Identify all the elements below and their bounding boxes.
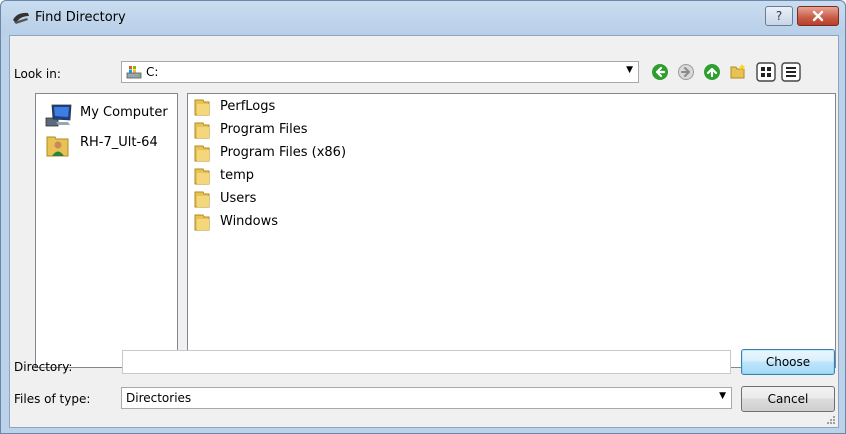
folder-icon [194, 145, 210, 162]
window-title: Find Directory [35, 10, 126, 25]
new-folder-icon[interactable] [729, 63, 747, 81]
list-item[interactable]: Users [194, 189, 394, 212]
look-in-combo[interactable]: C: ▼ [121, 61, 639, 83]
computer-icon [45, 104, 72, 127]
folder-label: temp [220, 168, 255, 183]
files-of-type-label: Files of type: [14, 392, 91, 406]
folder-label: PerfLogs [220, 99, 276, 114]
folder-icon [194, 99, 210, 116]
forward-arrow-icon[interactable] [677, 63, 695, 81]
help-icon: ? [775, 9, 783, 23]
folder-icon [194, 168, 210, 185]
resize-grip-icon[interactable] [826, 415, 836, 425]
user-folder-icon [46, 136, 69, 157]
list-item[interactable]: Program Files [194, 120, 394, 143]
folder-label: Users [220, 191, 257, 206]
choose-button[interactable]: Choose [741, 349, 835, 375]
folder-label: Windows [220, 214, 279, 229]
sidebar-item-my-computer[interactable]: My Computer [42, 100, 177, 128]
app-icon [13, 12, 29, 24]
folder-label: Program Files (x86) [220, 145, 347, 160]
dialog-body: Look in: C: ▼ My Computer RH-7_Ult-64 Pe… [9, 35, 839, 428]
back-arrow-icon[interactable] [651, 63, 669, 81]
close-icon [812, 10, 824, 22]
chevron-down-icon: ▼ [719, 391, 726, 401]
folder-label: Program Files [220, 122, 308, 137]
directory-input[interactable] [122, 350, 731, 374]
close-button[interactable] [797, 6, 839, 26]
find-directory-dialog: Find Directory ? Look in: C: ▼ My Comput… [0, 0, 846, 434]
title-bar[interactable]: Find Directory ? [1, 1, 845, 35]
sidebar-item-label: RH-7_Ult-64 [80, 135, 158, 150]
places-panel: My Computer RH-7_Ult-64 [35, 93, 178, 368]
up-arrow-icon[interactable] [703, 63, 721, 81]
look-in-value: C: [146, 65, 159, 79]
help-button[interactable]: ? [765, 6, 793, 26]
sidebar-item-rh-7-ult-64[interactable]: RH-7_Ult-64 [42, 130, 177, 158]
files-of-type-combo[interactable]: Directories ▼ [121, 387, 732, 409]
list-item[interactable]: PerfLogs [194, 97, 394, 120]
files-of-type-value: Directories [126, 391, 192, 405]
sidebar-item-label: My Computer [80, 105, 168, 120]
list-item[interactable]: temp [194, 166, 394, 189]
directory-label: Directory: [14, 360, 73, 374]
folder-icon [194, 122, 210, 139]
list-item[interactable]: Program Files (x86) [194, 143, 394, 166]
drive-icon [126, 66, 142, 79]
file-list-panel: PerfLogs Program Files Program Files (x8… [187, 93, 836, 368]
detail-view-icon[interactable] [781, 62, 801, 82]
folder-icon [194, 191, 210, 208]
chevron-down-icon: ▼ [626, 65, 633, 75]
cancel-button[interactable]: Cancel [741, 386, 835, 412]
list-item[interactable]: Windows [194, 212, 394, 235]
list-view-icon[interactable] [756, 62, 776, 82]
look-in-label: Look in: [14, 67, 61, 81]
folder-icon [194, 214, 210, 231]
